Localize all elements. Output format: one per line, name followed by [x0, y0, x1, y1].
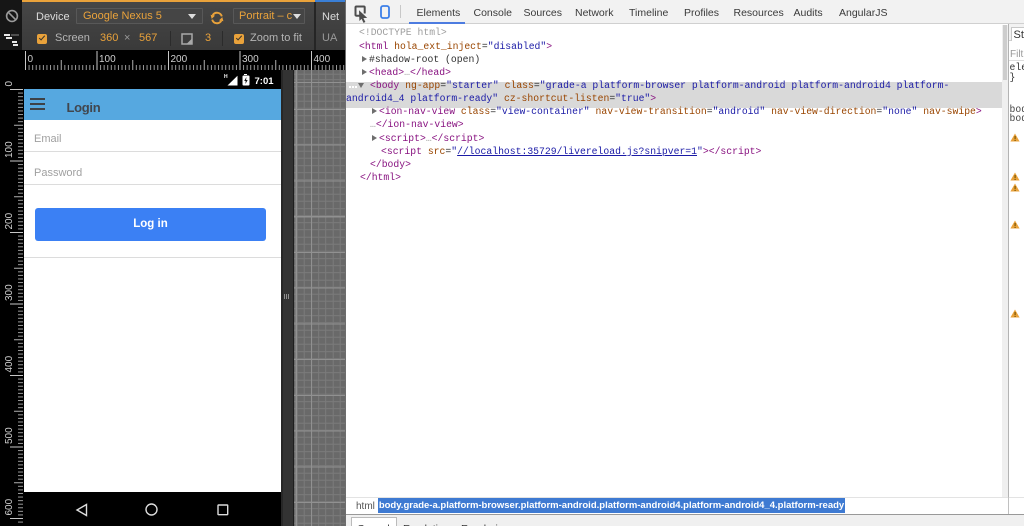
svg-text:0: 0: [4, 81, 15, 87]
svg-text:200: 200: [171, 54, 188, 65]
svg-text:100: 100: [99, 54, 116, 65]
svg-text:300: 300: [242, 54, 259, 65]
svg-text:0: 0: [28, 54, 34, 65]
svg-text:600: 600: [4, 498, 15, 515]
svg-text:400: 400: [314, 54, 331, 65]
svg-text:500: 500: [4, 427, 15, 444]
svg-text:100: 100: [4, 141, 15, 158]
svg-text:300: 300: [4, 284, 15, 301]
svg-text:400: 400: [4, 355, 15, 372]
svg-text:200: 200: [4, 212, 15, 229]
